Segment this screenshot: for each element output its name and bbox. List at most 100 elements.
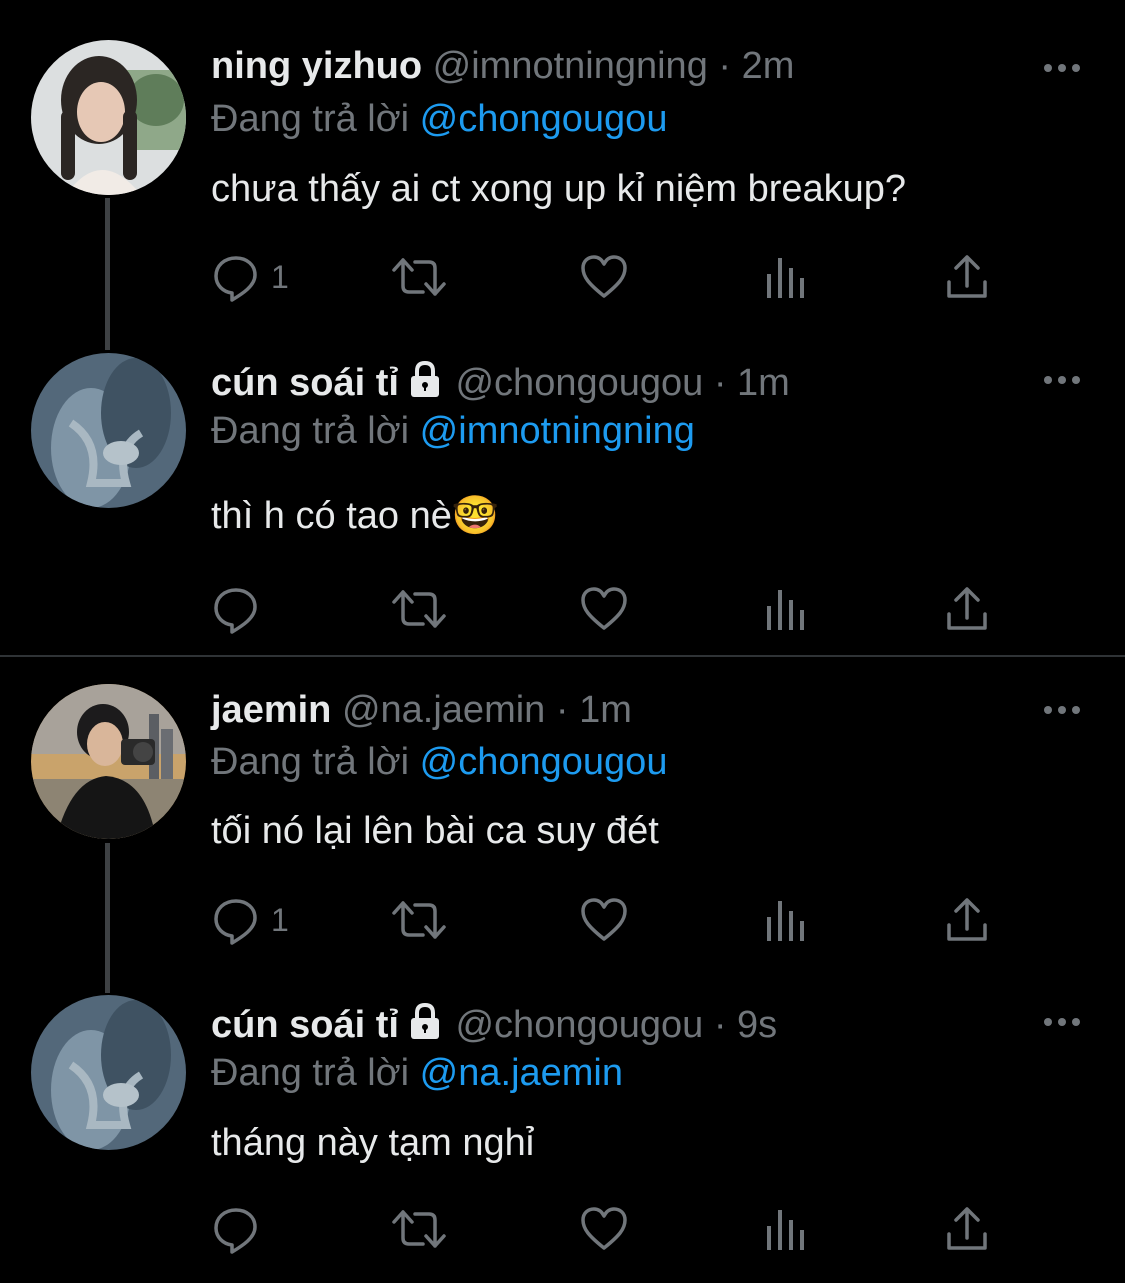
retweet-icon [392,901,446,939]
separator: · [713,362,727,404]
lock-icon [410,1002,439,1039]
views-icon [767,258,804,298]
tweet-text: chưa thấy ai ct xong up kỉ niệm breakup? [211,168,907,210]
mention-link[interactable]: @chongougou [420,98,668,140]
tweet-header: cún soái tỉ @chongougou · 9s [211,999,777,1051]
more-button[interactable] [1040,370,1084,390]
more-icon [1044,706,1080,714]
mention-link[interactable]: @na.jaemin [420,1052,623,1094]
share-icon [947,898,987,941]
more-button[interactable] [1040,1012,1084,1032]
views-button[interactable] [764,1204,808,1254]
more-icon [1044,1018,1080,1026]
share-button[interactable] [944,252,990,302]
display-name[interactable]: cún soái tỉ [211,1004,399,1046]
share-icon [947,255,987,298]
like-icon [581,255,627,298]
avatar[interactable] [31,684,186,839]
like-icon [581,898,627,941]
tweet[interactable]: cún soái tỉ @chongougou · 9s Đang trả lờ… [0,992,1125,1283]
reply-icon [214,256,257,302]
retweet-button[interactable] [391,252,447,302]
replying-to: Đang trả lời @na.jaemin [211,1047,623,1099]
share-button[interactable] [944,895,990,945]
more-button[interactable] [1040,58,1084,78]
reply-button[interactable]: 1 [211,895,289,945]
like-button[interactable] [579,895,629,945]
more-button[interactable] [1040,700,1084,720]
views-icon [767,901,804,941]
timestamp[interactable]: 1m [579,689,632,731]
tweet[interactable]: ning yizhuo @imnotningning · 2m Đang trả… [0,0,1125,340]
views-icon [767,590,804,630]
like-icon [581,587,627,630]
reply-button[interactable]: 1 [211,252,289,302]
user-handle[interactable]: @chongougou [455,1004,703,1046]
reply-icon [214,1208,257,1254]
tweet-header: cún soái tỉ @chongougou · 1m [211,357,790,409]
replying-label: Đang trả lời [211,741,410,783]
separator: · [718,45,732,87]
replying-label: Đang trả lời [211,410,410,452]
tweet-actions: 1 [211,895,1011,945]
tweet-actions: 1 [211,252,1011,302]
reply-icon [214,588,257,634]
mention-link[interactable]: @chongougou [420,741,668,783]
reply-count: 1 [271,258,289,295]
display-name[interactable]: cún soái tỉ [211,362,399,404]
views-button[interactable] [764,252,808,302]
tweet-text: tháng này tạm nghỉ [211,1122,535,1164]
retweet-icon [392,258,446,296]
replying-to: Đang trả lời @imnotningning [211,405,695,457]
tweet-header: ning yizhuo @imnotningning · 2m [211,40,794,92]
display-name[interactable]: ning yizhuo [211,45,422,87]
timestamp[interactable]: 2m [742,45,795,87]
user-handle[interactable]: @imnotningning [433,45,708,87]
timestamp[interactable]: 1m [737,362,790,404]
user-handle[interactable]: @chongougou [455,362,703,404]
separator: · [555,689,569,731]
tweet-text: thì h có tao nè🤓 [211,495,500,537]
lock-icon [410,360,439,397]
more-icon [1044,64,1080,72]
timestamp[interactable]: 9s [737,1004,777,1046]
retweet-icon [392,1210,446,1248]
mention-link[interactable]: @imnotningning [420,410,695,452]
share-button[interactable] [944,584,990,634]
share-icon [947,1207,987,1250]
like-button[interactable] [579,252,629,302]
views-button[interactable] [764,895,808,945]
retweet-button[interactable] [391,584,447,634]
share-button[interactable] [944,1204,990,1254]
retweet-button[interactable] [391,895,447,945]
tweet[interactable]: jaemin @na.jaemin · 1m Đang trả lời @cho… [0,657,1125,992]
replying-to: Đang trả lời @chongougou [211,736,667,788]
replying-to: Đang trả lời @chongougou [211,93,667,145]
avatar[interactable] [31,40,186,195]
avatar[interactable] [31,995,186,1150]
like-icon [581,1207,627,1250]
replying-label: Đang trả lời [211,98,410,140]
like-button[interactable] [579,1204,629,1254]
like-button[interactable] [579,584,629,634]
retweet-icon [392,590,446,628]
share-icon [947,587,987,630]
separator: · [713,1004,727,1046]
views-button[interactable] [764,584,808,634]
tweet-actions [211,584,1011,634]
tweet-text: tối nó lại lên bài ca suy đét [211,810,659,852]
reply-button[interactable] [211,584,271,634]
reply-icon [214,899,257,945]
tweet-actions [211,1204,1011,1254]
replying-label: Đang trả lời [211,1052,410,1094]
display-name[interactable]: jaemin [211,689,331,731]
user-handle[interactable]: @na.jaemin [342,689,545,731]
avatar[interactable] [31,353,186,508]
tweet[interactable]: cún soái tỉ @chongougou · 1m Đang trả lờ… [0,340,1125,655]
reply-button[interactable] [211,1204,271,1254]
views-icon [767,1210,804,1250]
retweet-button[interactable] [391,1204,447,1254]
reply-count: 1 [271,901,289,938]
more-icon [1044,376,1080,384]
tweet-header: jaemin @na.jaemin · 1m [211,684,632,736]
